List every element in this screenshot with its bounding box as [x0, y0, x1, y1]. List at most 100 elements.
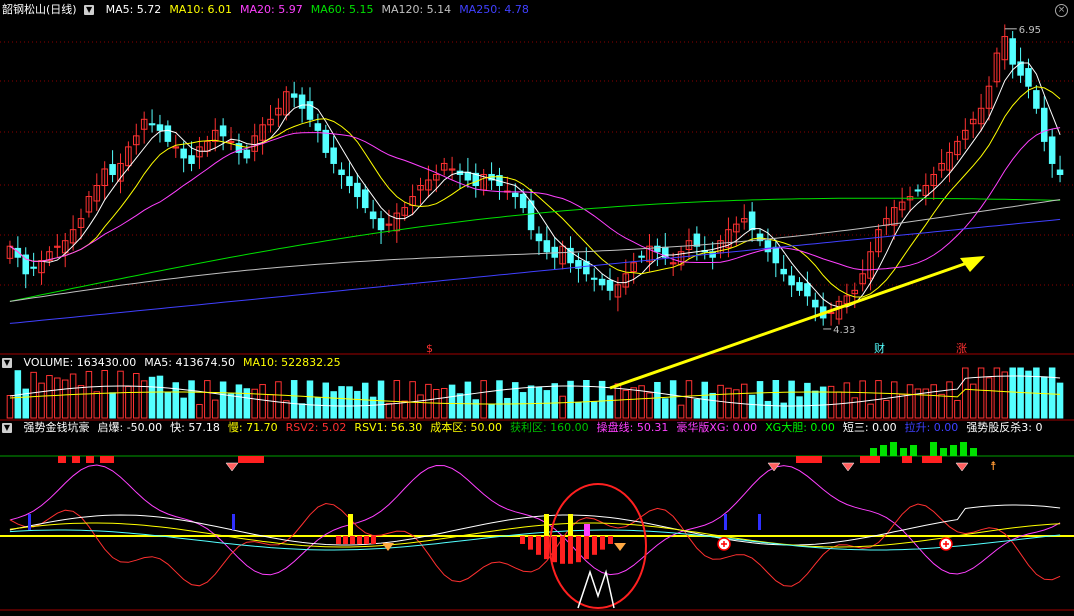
hist-red-10: [600, 536, 605, 550]
close-icon[interactable]: ×: [1055, 4, 1068, 17]
hist-red-9: [592, 536, 597, 555]
volume-bar-42: [338, 386, 345, 419]
candle-body-131: [1040, 107, 1048, 142]
volume-bar-13: [109, 392, 116, 419]
stock-chart[interactable]: ☨ 6.95 4.33 $ 财 涨: [0, 0, 1074, 616]
candle-body-129: [1025, 68, 1032, 87]
candle-body-20: [164, 125, 172, 142]
volume-bar-84: [669, 380, 677, 419]
volume-bar-111: [883, 399, 890, 419]
volume-bar-112: [890, 381, 898, 419]
volume-bar-59: [472, 399, 480, 419]
hist-red2-3: [357, 536, 362, 544]
candle-body-98: [780, 268, 787, 275]
volume-bar-82: [654, 381, 661, 419]
volume-bar-56: [448, 384, 456, 419]
candle-body-44: [354, 182, 361, 198]
signal-green-bar-6: [940, 448, 947, 456]
volume-bar-91: [725, 387, 732, 419]
ma5-line: [9, 62, 1061, 308]
indicator-item-12: 拉升: 0.00: [904, 421, 959, 434]
volume-bar-0: [6, 395, 14, 419]
runner-icon: ☨: [990, 459, 997, 473]
signal-red-block-8: [922, 456, 942, 463]
volume-bar-23: [188, 380, 195, 419]
volume-bar-69: [551, 383, 559, 419]
volume-bar-71: [567, 380, 574, 419]
indicator-dropdown-icon[interactable]: ▼: [2, 423, 12, 433]
volume-bar-120: [954, 399, 961, 419]
volume-bar-6: [54, 377, 61, 419]
volume-bar-58: [464, 381, 472, 419]
ind-red-line: [9, 502, 1061, 587]
ma250-line: [9, 218, 1061, 324]
candle-body-101: [804, 283, 811, 297]
volume-bar-81: [646, 392, 653, 419]
hist-red-3: [544, 536, 549, 560]
volume-bar-126: [1001, 371, 1009, 419]
hist-red-7: [576, 536, 581, 563]
volume-bar-85: [677, 404, 685, 419]
volume-bar-52: [417, 394, 424, 419]
gold-gem-icon-1: [614, 543, 626, 551]
candle-body-42: [338, 169, 345, 175]
volume-bar-124: [985, 377, 993, 419]
candle-body-73: [583, 261, 590, 275]
volume-bar-9: [77, 385, 85, 419]
candle-body-128: [1017, 61, 1024, 76]
volume-bar-106: [843, 382, 851, 419]
candle-body-30: [243, 149, 251, 159]
blue-tick-3: [758, 514, 761, 530]
volume-bar-89: [709, 392, 716, 419]
blue-tick-0: [28, 514, 31, 530]
candle-body-27: [219, 125, 227, 137]
candle-body-18: [148, 123, 156, 126]
settings-dropdown-icon[interactable]: ▼: [84, 5, 95, 15]
volume-bar-43: [346, 386, 353, 419]
volume-bar-24: [196, 403, 203, 419]
volume-bar-96: [764, 400, 772, 419]
indicator-item-5: RSV1: 56.30: [354, 421, 423, 434]
hist-red-0: [520, 536, 525, 544]
candle-body-94: [748, 211, 756, 231]
volume-bars: [6, 367, 1064, 419]
magenta-signal: [584, 524, 590, 536]
volume-dropdown-icon[interactable]: ▼: [2, 358, 12, 368]
volume-bar-10: [85, 370, 93, 419]
indicator-item-11: 短三: 0.00: [842, 421, 897, 434]
ind-white-line: [9, 504, 1061, 546]
volume-bar-74: [590, 401, 598, 419]
volume-bar-99: [788, 380, 795, 419]
blue-tick-1: [232, 514, 235, 530]
marker-cai: 财: [874, 341, 885, 355]
volume-bar-72: [575, 401, 582, 419]
volume-bar-98: [780, 402, 787, 419]
volume-bar-8: [69, 373, 77, 419]
candle-body-80: [638, 255, 645, 258]
volume-bar-113: [898, 393, 906, 419]
volume-bar-41: [330, 391, 337, 419]
marker-zhang: 涨: [956, 342, 967, 355]
price-ma-item-1: MA10: 6.01: [169, 3, 233, 16]
volume-bar-123: [977, 367, 985, 419]
volume-bar-66: [527, 385, 535, 419]
candle-body-23: [188, 155, 195, 164]
volume-bar-97: [772, 380, 780, 419]
volume-bar-65: [519, 392, 527, 419]
signal-red-block-0: [58, 456, 66, 463]
volume-bar-33: [267, 394, 274, 419]
volume-bar-104: [827, 385, 835, 419]
volume-bar-93: [740, 383, 748, 419]
volume-bar-4: [38, 382, 45, 419]
hist-red2-4: [364, 536, 369, 544]
candle-body-74: [590, 277, 598, 280]
volume-bar-44: [354, 390, 361, 419]
indicator-item-1: 启爆: -50.00: [97, 421, 163, 434]
signal-green-bar-1: [880, 445, 887, 456]
volume-bar-54: [433, 389, 440, 419]
signal-red-block-4: [238, 456, 264, 463]
volume-header: ▼ VOLUME: 163430.00 MA5: 413674.50 MA10: 5…: [2, 356, 357, 370]
signal-green-bar-5: [930, 442, 937, 456]
volume-bar-63: [504, 397, 511, 419]
hist-red-1: [528, 536, 533, 550]
